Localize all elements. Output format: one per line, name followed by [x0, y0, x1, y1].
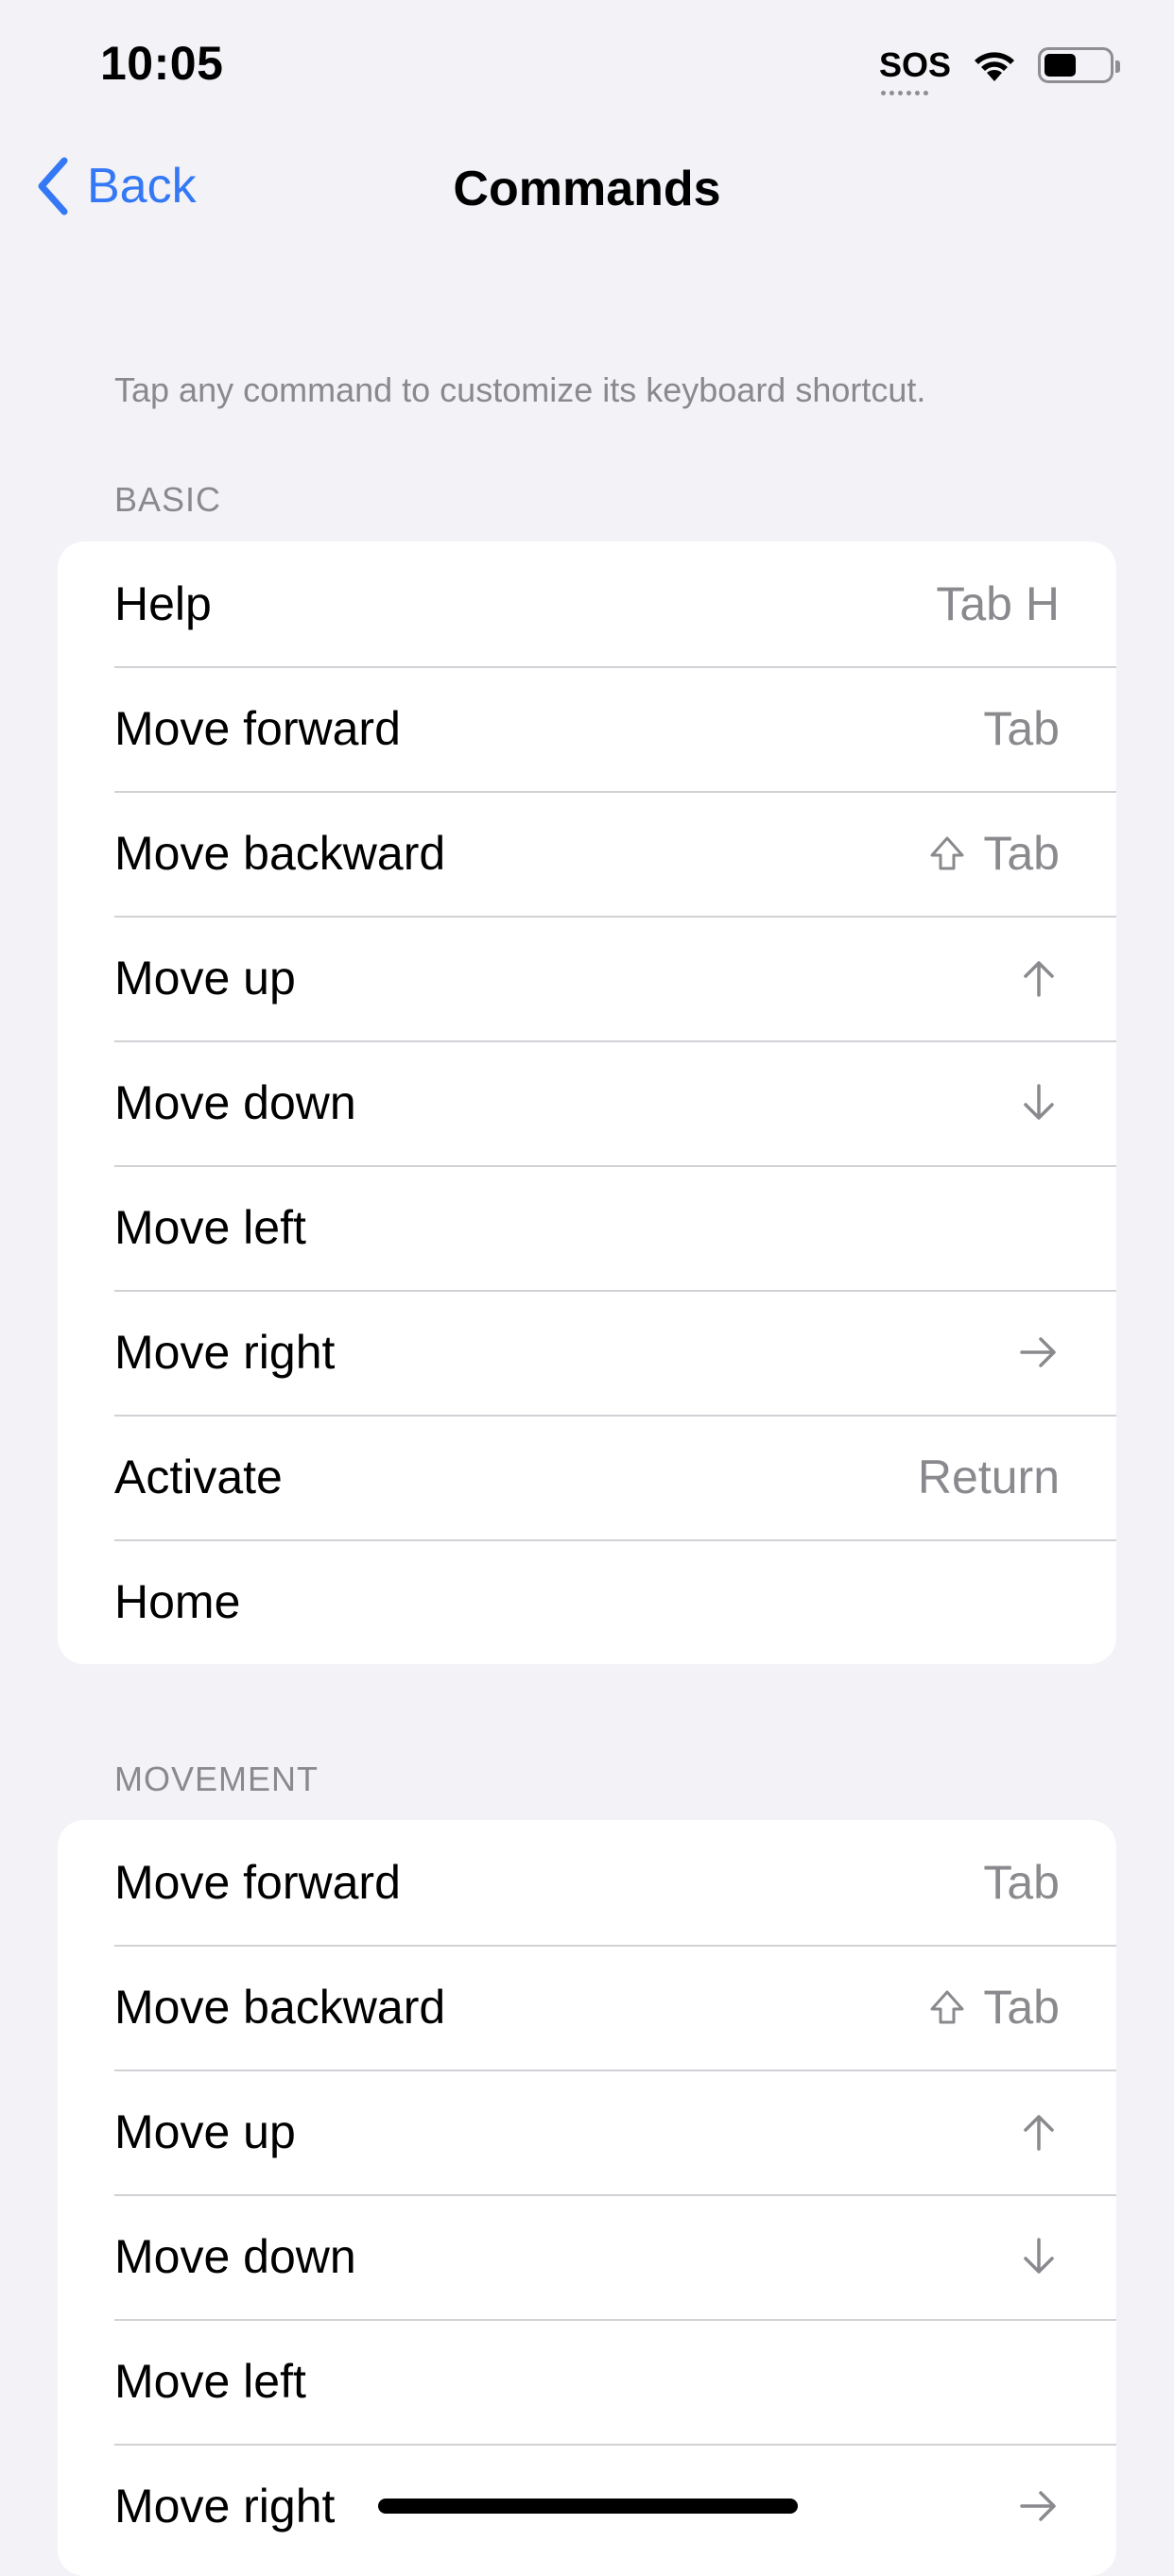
- command-shortcut: Tab: [983, 1855, 1060, 1910]
- command-label: Move right: [114, 1326, 336, 1379]
- status-icons: SOS: [878, 42, 1120, 95]
- command-shortcut: [1018, 2111, 1060, 2153]
- command-row-move-backward[interactable]: Move backward Tab: [58, 791, 1116, 916]
- command-label: Move backward: [114, 1981, 446, 2034]
- page-title: Commands: [453, 162, 721, 216]
- command-label: Move forward: [114, 702, 401, 755]
- movement-commands-list: Move forward Tab Move backward Tab Move up Mo…: [58, 1820, 1116, 2576]
- command-row-move-down[interactable]: Move down: [58, 1040, 1116, 1165]
- command-shortcut: [1018, 1082, 1060, 1124]
- battery-level: [1045, 54, 1076, 77]
- command-row-move-right[interactable]: Move right: [58, 1290, 1116, 1415]
- battery-icon: [1038, 47, 1120, 83]
- command-shortcut: Tab H: [936, 576, 1060, 631]
- shortcut-key-text: Return: [917, 1451, 1060, 1503]
- basic-commands-list: Help Tab H Move forward Tab Move backward Tab…: [58, 541, 1116, 1664]
- command-row-move-forward[interactable]: Move forward Tab: [58, 1820, 1116, 1945]
- command-label: Activate: [114, 1451, 283, 1503]
- command-row-move-left[interactable]: Move left: [58, 2319, 1116, 2444]
- command-label: Move backward: [114, 827, 446, 880]
- shortcut-key-text: Tab: [983, 1981, 1060, 2034]
- signal-dots-icon: [880, 91, 928, 95]
- sos-label: SOS: [878, 45, 951, 84]
- intro-text: Tap any command to customize its keyboar…: [114, 370, 926, 409]
- command-row-move-forward[interactable]: Move forward Tab: [58, 666, 1116, 791]
- command-label: Move left: [114, 2355, 306, 2408]
- shortcut-key-text: Tab: [983, 702, 1060, 755]
- sos-indicator: SOS: [878, 45, 951, 95]
- home-indicator: [378, 2499, 798, 2514]
- command-shortcut: Tab: [926, 826, 1060, 881]
- command-row-move-down[interactable]: Move down: [58, 2194, 1116, 2319]
- command-shortcut: [1018, 957, 1060, 999]
- command-label: Move up: [114, 952, 296, 1005]
- navigation-bar: Back Commands: [0, 142, 1174, 236]
- command-label: Move left: [114, 1201, 306, 1254]
- arrow-right-icon: [1020, 1337, 1056, 1367]
- arrow-down-icon: [1024, 2238, 1054, 2274]
- command-shortcut: Return: [918, 1450, 1060, 1504]
- command-label: Move right: [114, 2480, 336, 2533]
- status-time: 10:05: [100, 37, 224, 90]
- arrow-right-icon: [1020, 2491, 1056, 2521]
- command-row-activate[interactable]: Activate Return: [58, 1415, 1116, 1539]
- command-label: Help: [114, 577, 212, 630]
- command-label: Move down: [114, 2230, 356, 2283]
- section-header-basic: BASIC: [114, 480, 222, 519]
- command-row-help[interactable]: Help Tab H: [58, 541, 1116, 666]
- wifi-icon: [975, 52, 1014, 81]
- arrow-up-icon: [1024, 2115, 1054, 2151]
- command-row-move-backward[interactable]: Move backward Tab: [58, 1945, 1116, 2069]
- command-shortcut: Tab: [926, 1980, 1060, 2035]
- shift-icon: [930, 836, 964, 870]
- command-shortcut: [1018, 1331, 1060, 1373]
- command-shortcut: [1018, 2485, 1060, 2527]
- arrow-down-icon: [1024, 1084, 1054, 1120]
- section-header-movement: MOVEMENT: [114, 1760, 319, 1798]
- command-row-home[interactable]: Home: [58, 1539, 1116, 1664]
- shortcut-key-text: Tab: [983, 827, 1060, 880]
- arrow-up-icon: [1024, 961, 1054, 997]
- command-row-move-left[interactable]: Move left: [58, 1165, 1116, 1290]
- command-shortcut: [1018, 2236, 1060, 2277]
- shortcut-key-text: Tab: [983, 1856, 1060, 1909]
- command-row-move-up[interactable]: Move up: [58, 2069, 1116, 2194]
- command-label: Home: [114, 1575, 241, 1628]
- command-label: Move up: [114, 2105, 296, 2158]
- shortcut-key-text: Tab H: [936, 577, 1060, 630]
- command-row-move-up[interactable]: Move up: [58, 916, 1116, 1040]
- shift-icon: [930, 1990, 964, 2024]
- status-bar: 10:05 SOS: [0, 0, 1174, 123]
- command-label: Move down: [114, 1076, 356, 1129]
- command-shortcut: Tab: [983, 701, 1060, 756]
- command-label: Move forward: [114, 1856, 401, 1909]
